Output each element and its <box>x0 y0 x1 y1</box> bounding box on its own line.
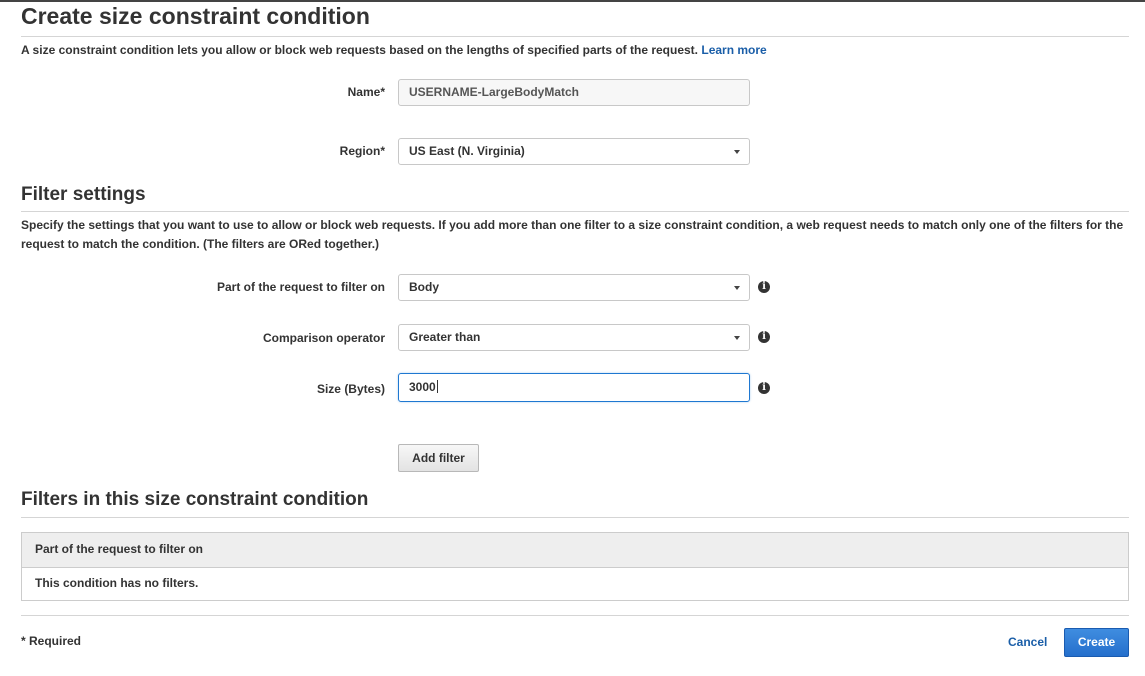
region-select[interactable]: US East (N. Virginia) <box>398 138 750 165</box>
part-select[interactable]: Body <box>398 274 750 301</box>
filters-divider <box>21 517 1129 518</box>
info-icon[interactable]: i <box>758 382 770 394</box>
cancel-button[interactable]: Cancel <box>1008 635 1047 649</box>
required-note: * Required <box>21 634 82 648</box>
table-empty-message: This condition has no filters. <box>35 576 199 590</box>
size-input-value: 3000 <box>409 380 436 394</box>
size-input[interactable]: 3000 <box>398 373 750 402</box>
description-text: A size constraint condition lets you all… <box>21 43 699 57</box>
filter-settings-divider <box>21 211 1129 212</box>
info-icon[interactable]: i <box>758 281 770 293</box>
part-select-value: Body <box>409 280 439 294</box>
caret-down-icon <box>734 150 740 154</box>
operator-label: Comparison operator <box>262 331 385 345</box>
add-filter-button[interactable]: Add filter <box>398 444 479 472</box>
table-header-part: Part of the request to filter on <box>22 533 1128 568</box>
text-cursor <box>436 380 438 393</box>
page-title: Create size constraint condition <box>21 3 370 29</box>
filter-settings-description: Specify the settings that you want to us… <box>21 218 1124 251</box>
part-label: Part of the request to filter on <box>216 280 385 294</box>
name-input[interactable]: USERNAME-LargeBodyMatch <box>398 79 750 106</box>
info-icon[interactable]: i <box>758 331 770 343</box>
caret-down-icon <box>734 286 740 290</box>
region-label: Region* <box>339 144 385 158</box>
filters-table: Part of the request to filter on This co… <box>21 532 1129 601</box>
caret-down-icon <box>734 336 740 340</box>
learn-more-link[interactable]: Learn more <box>701 43 766 57</box>
title-divider <box>21 36 1129 37</box>
filter-settings-heading: Filter settings <box>21 184 146 205</box>
filters-heading: Filters in this size constraint conditio… <box>21 489 369 510</box>
operator-select-value: Greater than <box>409 330 481 344</box>
top-border <box>0 0 1145 2</box>
create-button[interactable]: Create <box>1064 628 1129 657</box>
name-label: Name* <box>347 85 385 99</box>
size-label: Size (Bytes) <box>316 382 385 396</box>
region-select-value: US East (N. Virginia) <box>409 144 525 158</box>
page-description: A size constraint condition lets you all… <box>21 41 767 60</box>
footer-divider <box>21 615 1129 616</box>
operator-select[interactable]: Greater than <box>398 324 750 351</box>
